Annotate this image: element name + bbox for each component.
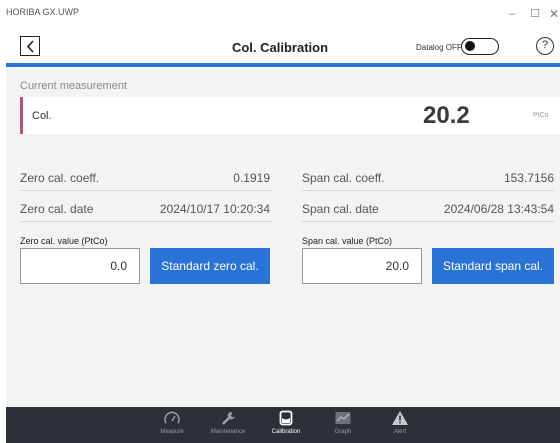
- zero-coeff-label: Zero cal. coeff.: [20, 171, 100, 185]
- measurement-row: Col. 20.2 PtCo: [20, 97, 560, 134]
- nav-label: Measure: [160, 429, 184, 435]
- nav-measure[interactable]: Measure: [144, 410, 200, 435]
- span-coeff-value: 153.7156: [503, 171, 554, 185]
- nav-alert[interactable]: Alert: [372, 410, 428, 435]
- nav-label: Alert: [393, 429, 407, 435]
- span-date-label: Span cal. date: [302, 202, 379, 216]
- span-date-value: 2024/06/28 13:43:54: [443, 202, 554, 216]
- measurement-name: Col.: [32, 110, 52, 122]
- alert-icon: [392, 411, 408, 425]
- span-cal-value-label: Span cal. value (PtCo): [302, 236, 393, 246]
- wrench-icon: [222, 412, 235, 425]
- zero-cal-value-label: Zero cal. value (PtCo): [20, 236, 108, 246]
- nav-label: Calibration: [271, 429, 301, 435]
- help-button[interactable]: ?: [536, 37, 554, 55]
- standard-zero-cal-button[interactable]: Standard zero cal.: [150, 248, 270, 284]
- datalog-toggle[interactable]: [461, 38, 499, 55]
- standard-span-cal-button[interactable]: Standard span cal.: [432, 248, 554, 284]
- zero-date-value: 2024/10/17 10:20:34: [159, 202, 270, 216]
- nav-maintenance[interactable]: Maintenance: [200, 410, 256, 435]
- current-measurement-label: Current measurement: [20, 80, 127, 92]
- main-content: Current measurement Col. 20.2 PtCo Zero …: [6, 67, 560, 407]
- toggle-knob: [465, 41, 475, 51]
- app-title: HORIBA GX.UWP: [6, 7, 80, 17]
- window-titlebar: HORIBA GX.UWP – ☐ ✕: [0, 0, 560, 28]
- nav-calibration[interactable]: Calibration: [258, 410, 314, 435]
- gauge-icon: [164, 411, 180, 424]
- minimize-button[interactable]: –: [503, 5, 521, 23]
- nav-label: Graph: [334, 429, 352, 435]
- nav-label: Maintenance: [210, 429, 246, 435]
- bottom-nav: Measure Maintenance Calibration Graph Al…: [6, 407, 560, 443]
- divider: [302, 221, 554, 222]
- close-window-button[interactable]: ✕: [545, 5, 560, 23]
- measurement-unit: PtCo: [533, 112, 549, 119]
- nav-graph[interactable]: Graph: [315, 410, 371, 435]
- graph-icon: [335, 412, 351, 424]
- span-cal-value-input[interactable]: 20.0: [302, 248, 422, 284]
- maximize-button[interactable]: ☐: [526, 5, 544, 23]
- zero-cal-value-input[interactable]: 0.0: [20, 248, 140, 284]
- page-header: Col. Calibration Datalog OFF ?: [0, 34, 560, 64]
- span-coeff-label: Span cal. coeff.: [302, 171, 385, 185]
- datalog-label: Datalog OFF: [416, 43, 462, 52]
- zero-coeff-value: 0.1919: [233, 171, 270, 185]
- divider: [20, 221, 272, 222]
- measurement-value: 20.2: [423, 102, 470, 129]
- zero-date-label: Zero cal. date: [20, 202, 94, 216]
- divider: [302, 190, 554, 191]
- divider: [20, 190, 272, 191]
- calibration-icon: [279, 410, 293, 426]
